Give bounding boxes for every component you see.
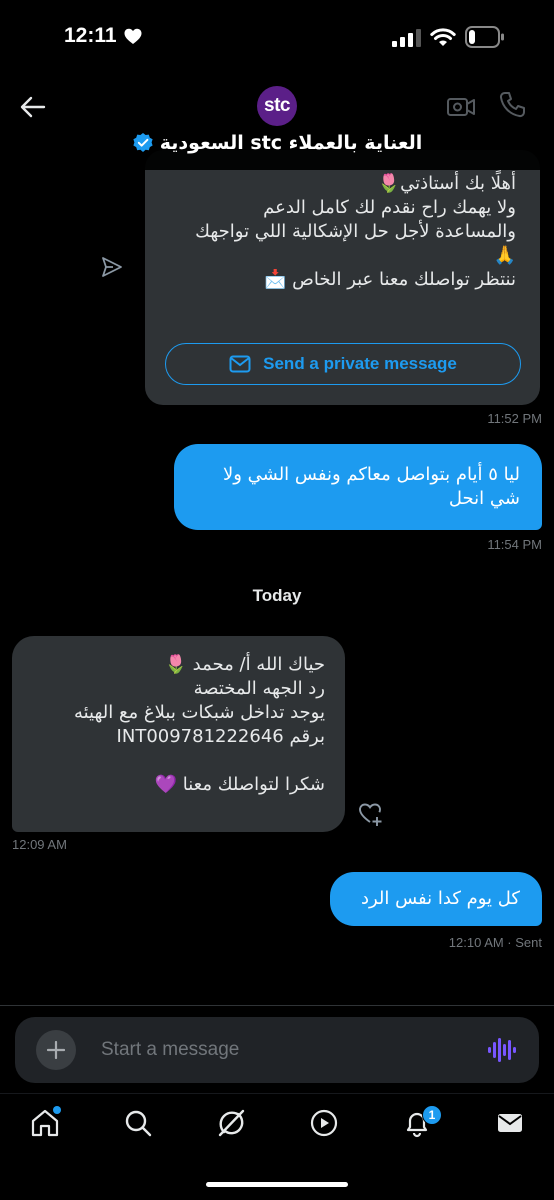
nav-grok[interactable] <box>214 1106 248 1140</box>
envelope-icon <box>229 355 251 373</box>
send-private-message-label: Send a private message <box>263 354 457 373</box>
send-private-message-button[interactable]: Send a private message <box>165 343 521 385</box>
message-timestamp: 11:52 PM <box>487 411 542 426</box>
avatar[interactable]: stc <box>257 86 297 126</box>
search-icon <box>125 1110 152 1137</box>
message-bubble-incoming[interactable]: أهلًا بك أستاذتي🌷 ولا يهمك راح نقدم لك ك… <box>145 150 540 405</box>
cellular-signal-icon <box>392 29 421 47</box>
message-bubble-incoming[interactable]: حياك الله أ/ محمد 🌷 رد الجهه المختصة يوج… <box>12 636 345 832</box>
play-circle-icon <box>310 1109 338 1137</box>
message-text: ليا ٥ أيام بتواصل معاكم ونفس الشي ولا شي… <box>222 464 520 509</box>
verified-badge-icon <box>133 133 153 152</box>
day-separator: Today <box>252 586 302 605</box>
message-composer <box>15 1017 539 1083</box>
voice-message-icon[interactable] <box>488 1037 516 1063</box>
message-input[interactable] <box>101 1029 461 1071</box>
composer-area <box>0 1005 554 1093</box>
battery-icon <box>465 26 504 48</box>
grok-icon <box>218 1109 245 1137</box>
status-time: 12:11 <box>64 24 117 47</box>
message-text: حياك الله أ/ محمد 🌷 رد الجهه المختصة يوج… <box>73 654 325 795</box>
nav-messages[interactable] <box>493 1106 527 1140</box>
back-button[interactable] <box>16 90 50 124</box>
add-media-button[interactable] <box>36 1030 76 1070</box>
message-text: أهلًا بك أستاذتي🌷 ولا يهمك راح نقدم لك ك… <box>195 173 516 290</box>
envelope-filled-icon <box>498 1114 522 1132</box>
notifications-badge: 1 <box>422 1105 442 1125</box>
contact-name: العناية بالعملاء stc السعودية <box>159 132 423 154</box>
share-icon[interactable] <box>100 255 124 279</box>
home-indicator <box>206 1182 348 1187</box>
message-text: كل يوم كدا نفس الرد <box>360 888 520 909</box>
add-reaction-icon[interactable] <box>357 800 385 828</box>
message-timestamp: 11:54 PM <box>487 537 542 552</box>
nav-video[interactable] <box>307 1106 341 1140</box>
phone-call-icon[interactable] <box>498 90 528 120</box>
chat-header: stc العناية بالعملاء stc السعودية <box>0 80 554 170</box>
wifi-icon <box>430 28 456 46</box>
video-call-icon[interactable] <box>446 92 476 122</box>
nav-search[interactable] <box>121 1106 155 1140</box>
home-unread-dot <box>53 1106 61 1114</box>
arrow-left-icon <box>20 96 46 118</box>
message-bubble-outgoing[interactable]: ليا ٥ أيام بتواصل معاكم ونفس الشي ولا شي… <box>174 444 542 530</box>
contact-name-row[interactable]: العناية بالعملاء stc السعودية <box>0 132 554 154</box>
message-bubble-outgoing[interactable]: كل يوم كدا نفس الرد <box>330 872 542 926</box>
status-bar: 12:11 <box>0 0 554 80</box>
plus-icon <box>47 1041 65 1059</box>
heart-icon <box>124 28 142 44</box>
message-timestamp: 12:10 AM · Sent <box>448 935 542 950</box>
message-timestamp: 12:09 AM <box>12 837 67 852</box>
bottom-navigation: 1 <box>0 1093 554 1200</box>
